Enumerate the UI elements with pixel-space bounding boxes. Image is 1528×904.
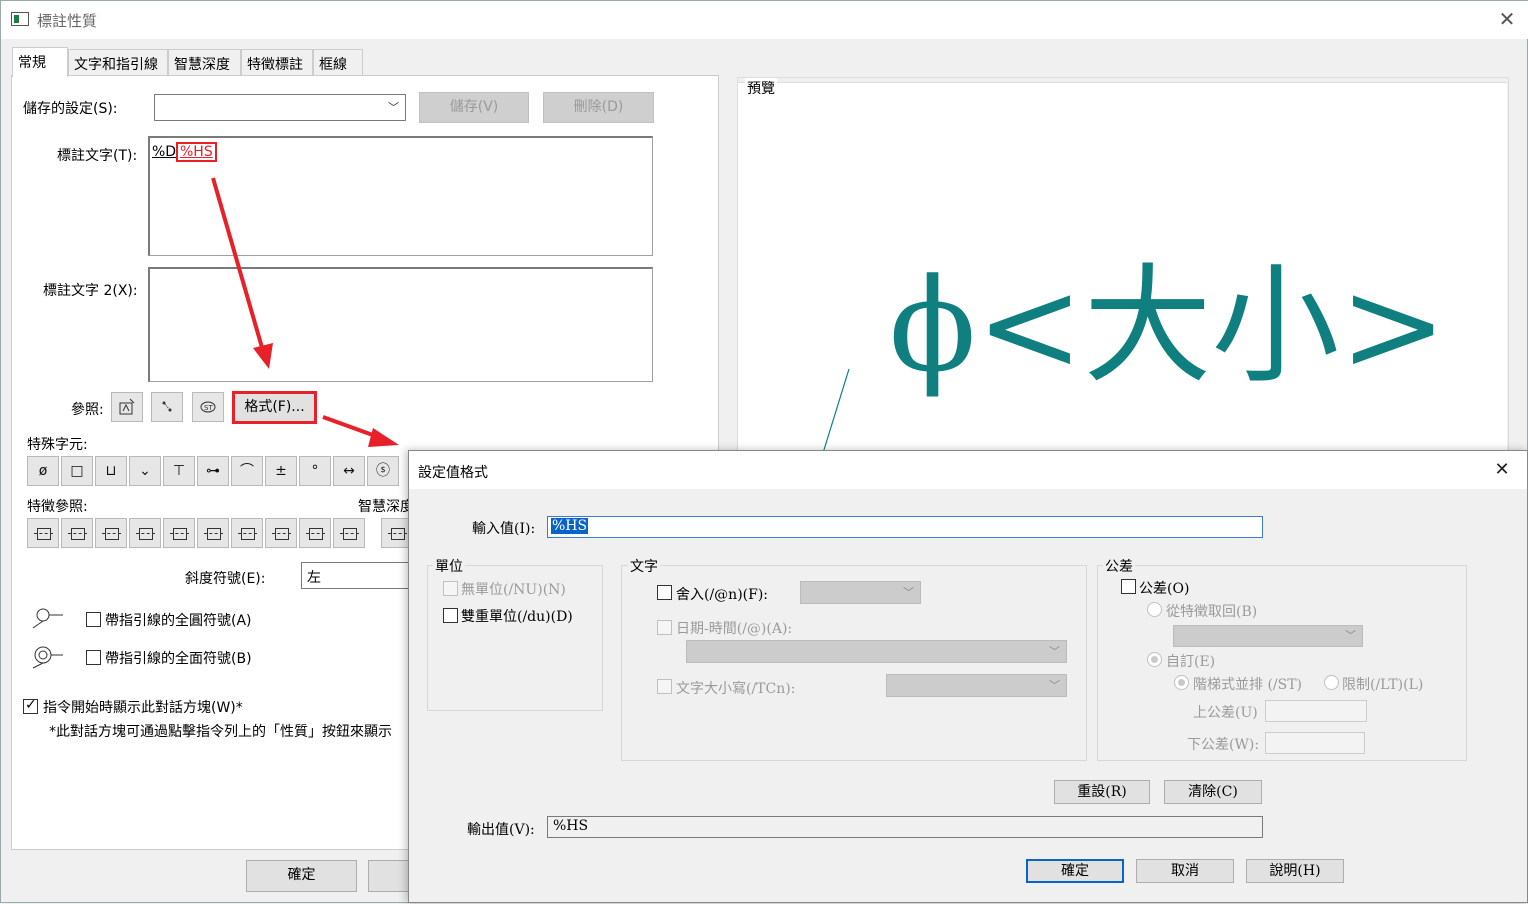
reset-button[interactable]: 重設(R) bbox=[1054, 780, 1150, 804]
chevron-down-icon: ﹀ bbox=[903, 585, 914, 599]
no-units-checkbox[interactable] bbox=[443, 581, 458, 596]
input-value-text: %HS bbox=[551, 518, 589, 534]
lower-tolerance-input[interactable] bbox=[1265, 732, 1365, 754]
from-feature-combo[interactable]: ﹀ bbox=[1173, 625, 1363, 647]
custom-radio[interactable] bbox=[1147, 652, 1162, 667]
no-units-label: 無單位(/NU)(N) bbox=[461, 582, 566, 598]
dialog-titlebar: 設定值格式 ✕ bbox=[409, 451, 1527, 489]
output-value-label: 輸出值(V): bbox=[467, 822, 535, 838]
output-value-text: %HS bbox=[553, 818, 589, 834]
datetime-label: 日期-時間(/@)(A): bbox=[676, 621, 793, 637]
dual-units-label: 雙重單位(/du)(D) bbox=[461, 609, 573, 625]
format-value-dialog: 設定值格式 ✕ 輸入值(I): %HS 單位 無單位(/NU)(N) 雙重單位(… bbox=[408, 450, 1528, 903]
datetime-combo[interactable]: ﹀ bbox=[686, 640, 1067, 663]
upper-tolerance-label: 上公差(U) bbox=[1193, 705, 1258, 721]
tab-general[interactable]: 常規 bbox=[12, 47, 68, 77]
dialog-cancel-button[interactable]: 取消 bbox=[1136, 859, 1234, 883]
chevron-down-icon: ﹀ bbox=[1049, 644, 1060, 658]
lower-tolerance-label: 下公差(W): bbox=[1187, 737, 1260, 753]
text-group-title: 文字 bbox=[628, 556, 660, 576]
stacked-label: 階梯式並排 (/ST) bbox=[1193, 677, 1303, 693]
custom-label: 自訂(E) bbox=[1166, 654, 1216, 670]
dialog-ok-button[interactable]: 確定 bbox=[1026, 859, 1124, 883]
round-label: 舍入(/@n)(F): bbox=[676, 587, 769, 603]
output-value-field: %HS bbox=[547, 816, 1263, 838]
clear-button[interactable]: 清除(C) bbox=[1164, 780, 1262, 804]
upper-tolerance-input[interactable] bbox=[1265, 700, 1367, 722]
round-checkbox[interactable] bbox=[657, 585, 672, 600]
dialog-help-button[interactable]: 說明(H) bbox=[1246, 859, 1344, 883]
case-combo[interactable]: ﹀ bbox=[886, 674, 1067, 697]
input-value-field[interactable]: %HS bbox=[547, 516, 1263, 538]
input-value-label: 輸入值(I): bbox=[472, 521, 536, 537]
dialog-title: 設定值格式 bbox=[418, 465, 488, 481]
case-checkbox[interactable] bbox=[657, 679, 672, 694]
tolerance-group-title: 公差 bbox=[1103, 556, 1135, 576]
dialog-close-icon[interactable]: ✕ bbox=[1491, 459, 1513, 481]
tolerance-label: 公差(O) bbox=[1139, 581, 1190, 597]
case-label: 文字大小寫(/TCn): bbox=[676, 681, 796, 697]
from-feature-label: 從特徵取回(B) bbox=[1166, 604, 1258, 620]
units-group-title: 單位 bbox=[433, 556, 465, 576]
chevron-down-icon: ﹀ bbox=[1049, 678, 1060, 692]
stacked-radio[interactable] bbox=[1174, 675, 1189, 690]
chevron-down-icon: ﹀ bbox=[1345, 629, 1356, 643]
limit-radio[interactable] bbox=[1324, 675, 1339, 690]
datetime-checkbox[interactable] bbox=[657, 620, 672, 635]
tolerance-checkbox[interactable] bbox=[1121, 579, 1136, 594]
dual-units-checkbox[interactable] bbox=[443, 608, 458, 623]
limit-label: 限制(/LT)(L) bbox=[1342, 677, 1424, 693]
round-combo[interactable]: ﹀ bbox=[800, 581, 921, 604]
from-feature-radio[interactable] bbox=[1147, 602, 1162, 617]
